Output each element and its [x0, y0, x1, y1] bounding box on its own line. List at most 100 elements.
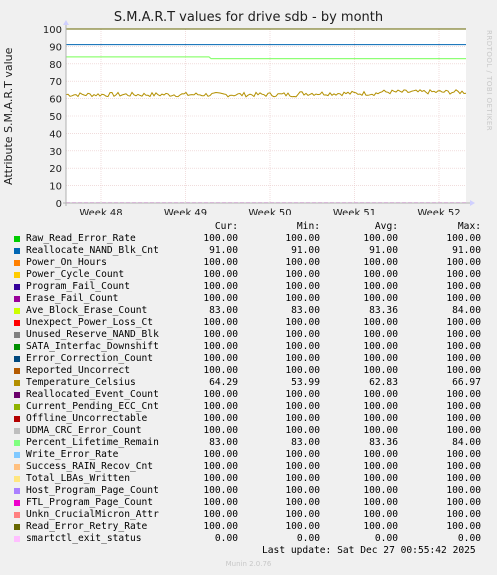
- y-tick-label: 10: [49, 182, 62, 193]
- legend-min-value: 100.00: [285, 293, 320, 304]
- legend-avg-value: 100.00: [363, 497, 398, 508]
- legend-avg-value: 0.00: [374, 533, 398, 544]
- legend-cur-value: 100.00: [203, 257, 238, 268]
- legend-swatch: [14, 236, 20, 242]
- legend-max-value: 100.00: [446, 461, 481, 472]
- legend-cur-value: 100.00: [203, 317, 238, 328]
- legend-swatch: [14, 488, 20, 494]
- y-tick-label: 20: [49, 164, 62, 175]
- legend-min-value: 100.00: [285, 389, 320, 400]
- legend-series-name: FTL_Program_Page_Count: [26, 497, 154, 508]
- legend-swatch: [14, 500, 20, 506]
- legend-min-value: 83.00: [291, 305, 320, 316]
- legend-swatch: [14, 380, 20, 386]
- legend-series-name: Read_Error_Retry_Rate: [26, 521, 148, 532]
- legend-avg-value: 100.00: [363, 269, 398, 280]
- legend-swatch: [14, 524, 20, 530]
- legend-min-value: 100.00: [285, 317, 320, 328]
- legend-cur-value: 100.00: [203, 509, 238, 520]
- legend-series-name: SATA_Interfac_Downshift: [26, 341, 159, 352]
- legend-min-value: 100.00: [285, 281, 320, 292]
- legend-cur-value: 100.00: [203, 389, 238, 400]
- legend-cur-value: 100.00: [203, 281, 238, 292]
- legend-swatch: [14, 284, 20, 290]
- legend-series-name: Reallocate_NAND_Blk_Cnt: [26, 245, 159, 256]
- y-tick-label: 60: [49, 95, 62, 106]
- chart-plot: 0 10 20 30 40 50 60 70 80 90 100 Week 48 Week 49 Week…: [43, 20, 475, 215]
- legend-cur-value: 100.00: [203, 449, 238, 460]
- legend-avg-value: 100.00: [363, 233, 398, 244]
- legend-series-name: Erase_Fail_Count: [26, 293, 119, 304]
- legend-swatch: [14, 356, 20, 362]
- legend-min-value: 91.00: [291, 245, 320, 256]
- last-update: Last update: Sat Dec 27 00:55:42 2025: [262, 545, 476, 556]
- legend-series-name: Error_Correction_Count: [26, 353, 154, 364]
- legend-swatch: [14, 296, 20, 302]
- legend-avg-value: 100.00: [363, 317, 398, 328]
- legend-cur-value: 0.00: [214, 533, 238, 544]
- y-tick-label: 50: [49, 112, 62, 123]
- legend-series-name: Success_RAIN_Recov_Cnt: [26, 461, 154, 472]
- y-tick-label: 30: [49, 147, 62, 158]
- legend-max-value: 66.97: [452, 377, 481, 388]
- legend-cur-value: 100.00: [203, 353, 238, 364]
- legend-series-name: Percent_Lifetime_Remain: [26, 437, 159, 448]
- legend-min-value: 100.00: [285, 413, 320, 424]
- legend-min-value: 100.00: [285, 521, 320, 532]
- legend-swatch: [14, 452, 20, 458]
- legend-cur-value: 100.00: [203, 329, 238, 340]
- legend-max-value: 100.00: [446, 485, 481, 496]
- legend-swatch: [14, 476, 20, 482]
- legend-avg-value: 100.00: [363, 449, 398, 460]
- legend-avg-value: 100.00: [363, 365, 398, 376]
- legend-series-name: Total_LBAs_Written: [26, 473, 130, 484]
- legend-max-value: 100.00: [446, 497, 481, 508]
- legend-series-name: Power_On_Hours: [26, 257, 107, 268]
- legend-min-value: 100.00: [285, 365, 320, 376]
- legend-swatch: [14, 440, 20, 446]
- legend-swatch: [14, 536, 20, 542]
- legend-swatch: [14, 320, 20, 326]
- col-cur-header: Cur:: [214, 221, 238, 232]
- legend-cur-value: 100.00: [203, 413, 238, 424]
- legend-series-name: Temperature_Celsius: [26, 377, 136, 388]
- legend-swatch: [14, 272, 20, 278]
- legend-swatch: [14, 260, 20, 266]
- legend-avg-value: 100.00: [363, 293, 398, 304]
- legend-swatch: [14, 344, 20, 350]
- legend-min-value: 100.00: [285, 425, 320, 436]
- legend-max-value: 100.00: [446, 389, 481, 400]
- col-avg-header: Avg:: [374, 221, 398, 232]
- legend-series-name: Unexpect_Power_Loss_Ct: [26, 317, 154, 328]
- legend-min-value: 100.00: [285, 401, 320, 412]
- legend-cur-value: 100.00: [203, 521, 238, 532]
- legend-avg-value: 100.00: [363, 473, 398, 484]
- legend-series-name: Current_Pending_ECC_Cnt: [26, 401, 159, 412]
- legend-swatch: [14, 428, 20, 434]
- legend-avg-value: 100.00: [363, 413, 398, 424]
- legend-swatch: [14, 392, 20, 398]
- legend-cur-value: 100.00: [203, 269, 238, 280]
- legend-max-value: 100.00: [446, 521, 481, 532]
- legend-min-value: 100.00: [285, 497, 320, 508]
- legend-cur-value: 64.29: [209, 377, 238, 388]
- x-tick-label: Week 52: [417, 208, 460, 215]
- legend-avg-value: 100.00: [363, 281, 398, 292]
- legend-avg-value: 100.00: [363, 401, 398, 412]
- legend-max-value: 91.00: [452, 245, 481, 256]
- legend-swatch: [14, 248, 20, 254]
- legend-max-value: 100.00: [446, 509, 481, 520]
- legend-cur-value: 100.00: [203, 473, 238, 484]
- legend-cur-value: 100.00: [203, 497, 238, 508]
- legend-swatch: [14, 464, 20, 470]
- legend-max-value: 100.00: [446, 401, 481, 412]
- legend-swatch: [14, 332, 20, 338]
- legend-min-value: 0.00: [296, 533, 320, 544]
- legend-avg-value: 62.83: [369, 377, 398, 388]
- legend-min-value: 100.00: [285, 257, 320, 268]
- y-tick-label: 70: [49, 77, 62, 88]
- legend-swatch: [14, 368, 20, 374]
- legend-avg-value: 91.00: [369, 245, 398, 256]
- legend-avg-value: 100.00: [363, 461, 398, 472]
- x-tick-label: Week 49: [164, 208, 207, 215]
